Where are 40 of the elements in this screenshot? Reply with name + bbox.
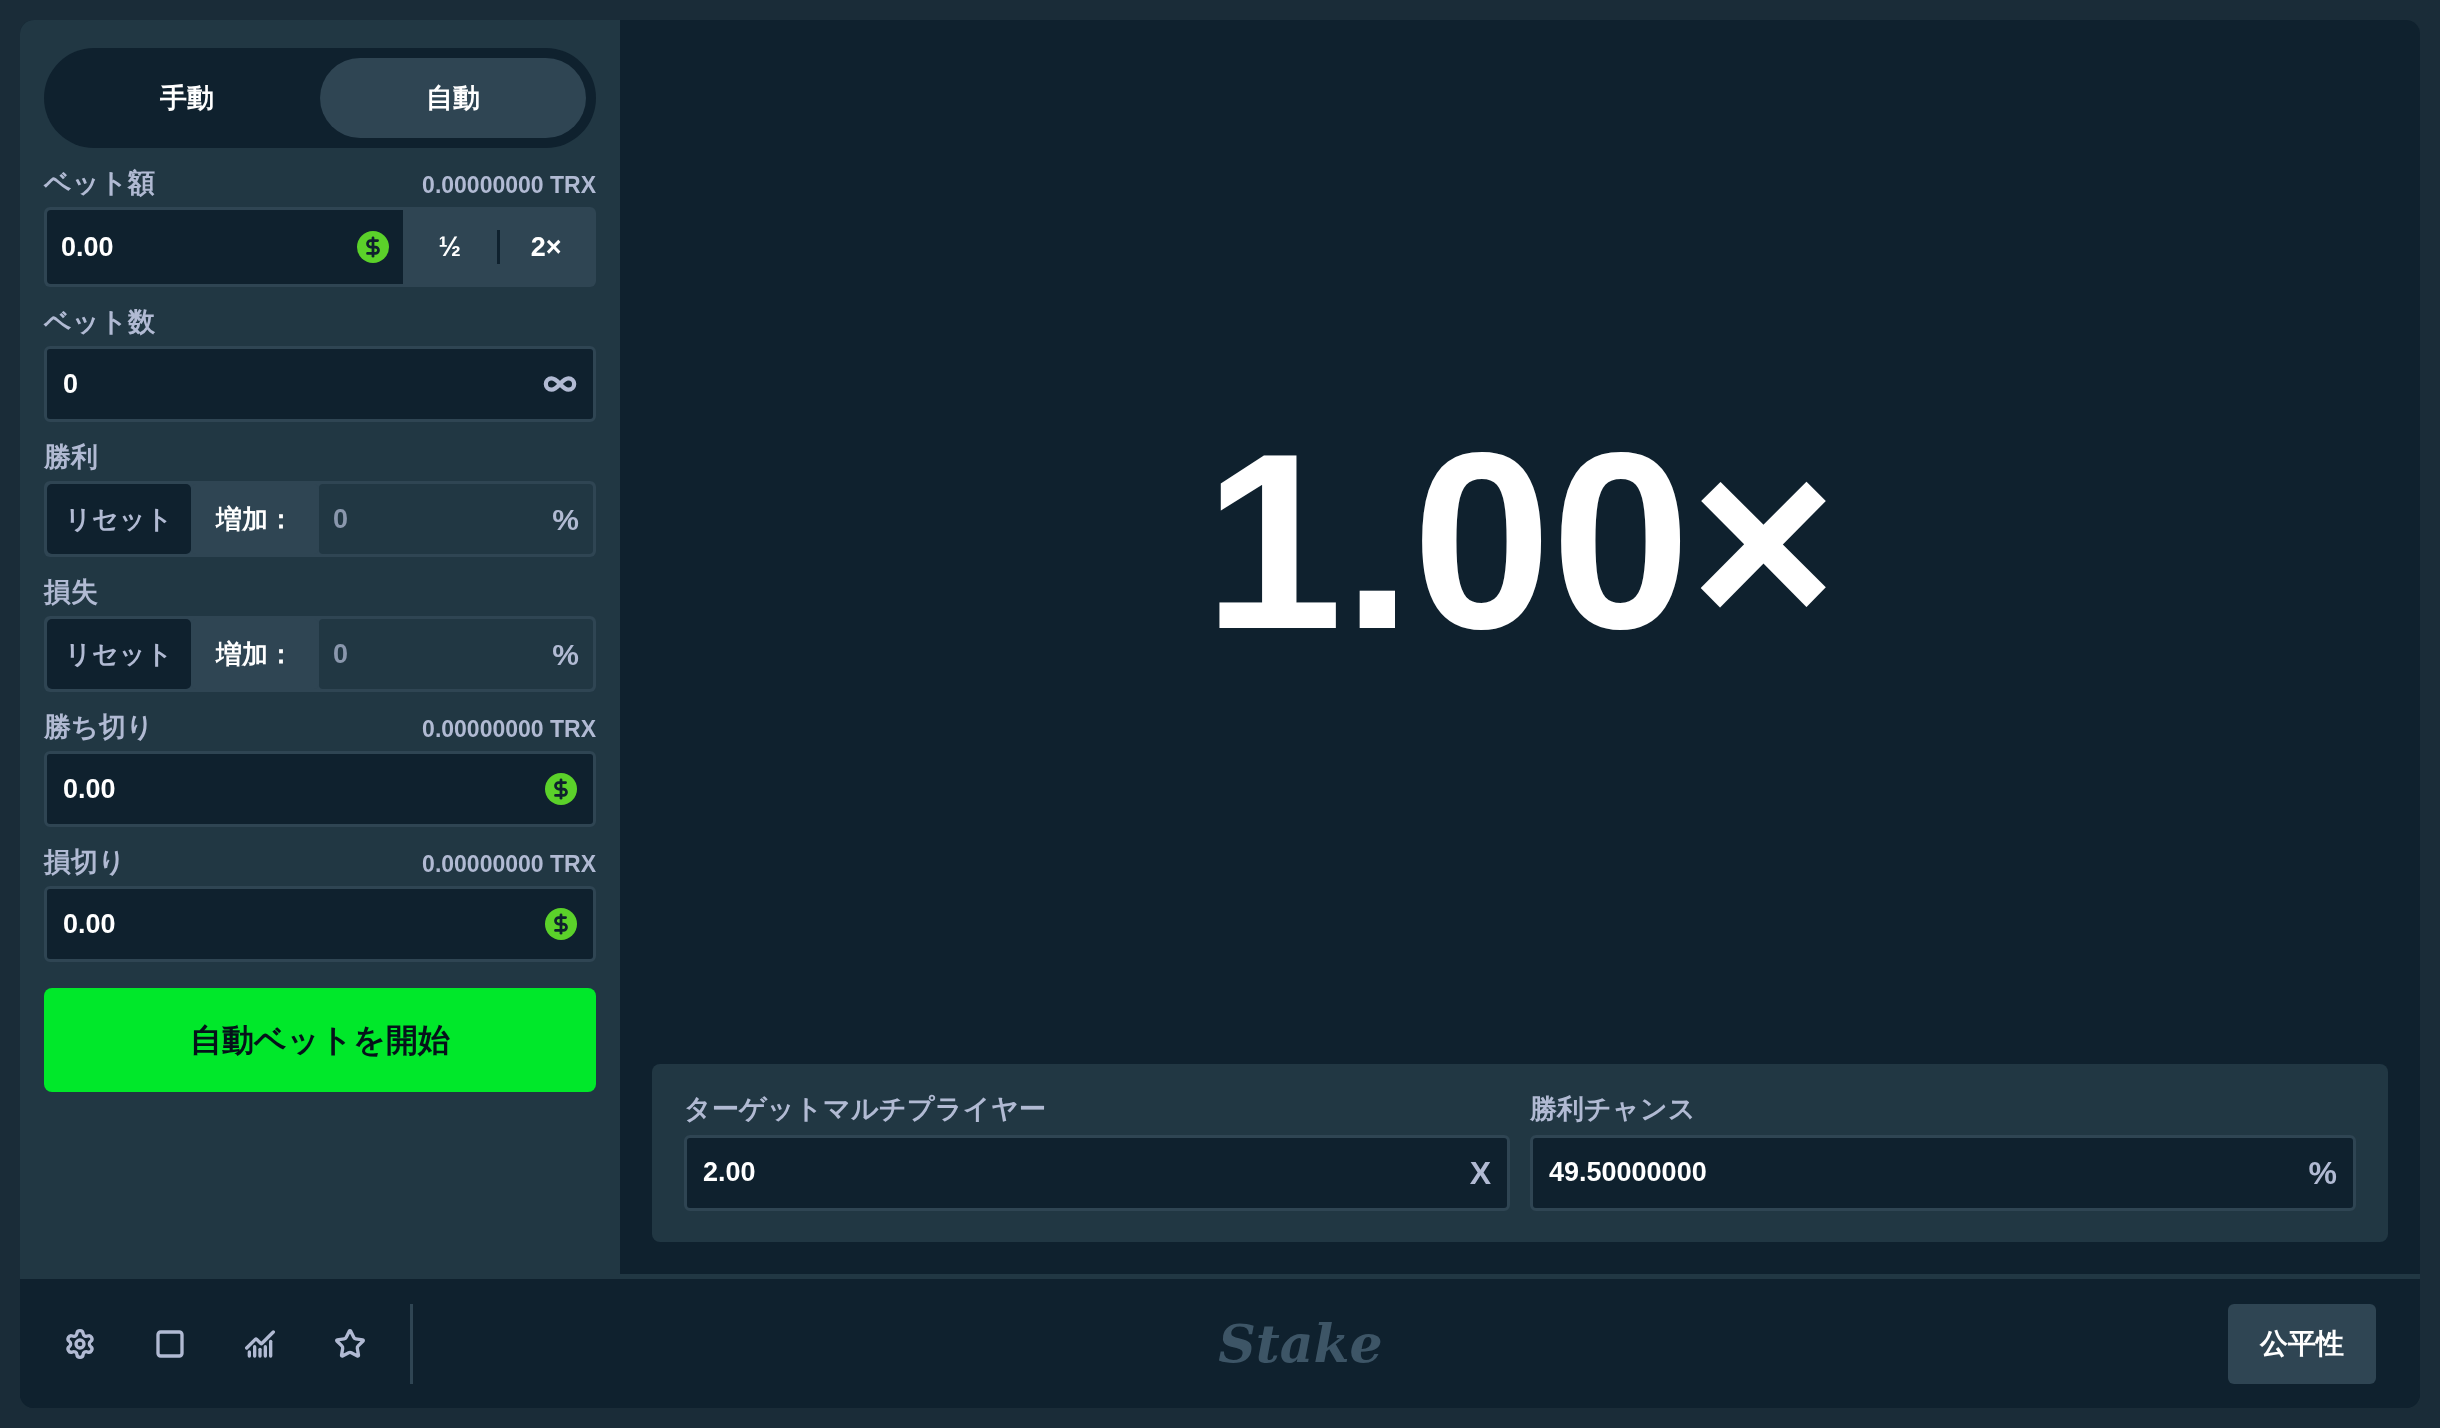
multiplier-display: 1.00× xyxy=(1203,417,1837,667)
fairness-button[interactable]: 公平性 xyxy=(2228,1303,2376,1384)
mode-tab[interactable]: 自動 xyxy=(320,58,586,138)
logo: Stake xyxy=(1218,1311,1383,1376)
dollar-coin-icon xyxy=(545,908,577,940)
field-label: 勝利チャンス xyxy=(1530,1095,1697,1123)
amount-field[interactable]: 0.00 xyxy=(44,751,596,827)
star-icon[interactable] xyxy=(334,1327,366,1360)
square-icon[interactable] xyxy=(154,1327,186,1360)
field-label: ベット数 xyxy=(44,309,155,336)
increase-field[interactable]: 0 % xyxy=(319,619,593,689)
field-label: 損切り xyxy=(44,849,126,876)
chart-icon[interactable] xyxy=(244,1327,276,1360)
bet-count-field[interactable]: 0 xyxy=(44,346,596,422)
unit-sign: % xyxy=(2308,1153,2337,1193)
converted-amount: 0.00000000 TRX xyxy=(422,174,596,197)
amount-field[interactable]: 0.00 xyxy=(44,886,596,962)
settings-icon[interactable] xyxy=(64,1327,96,1360)
field-label: 勝ち切り xyxy=(44,714,154,741)
half-button[interactable]: ½ xyxy=(403,210,497,284)
field-label: 損失 xyxy=(44,579,98,606)
percent-sign: % xyxy=(552,501,579,538)
percent-sign: % xyxy=(552,636,579,673)
unit-sign: X xyxy=(1469,1153,1491,1193)
dollar-coin-icon xyxy=(545,773,577,805)
increase-field[interactable]: 0 % xyxy=(319,484,593,554)
field-label: ターゲットマルチプライヤー xyxy=(684,1095,1047,1123)
target-multiplier-field[interactable]: 2.00 X xyxy=(684,1134,1510,1211)
win-chance-field[interactable]: 49.50000000 % xyxy=(1530,1134,2356,1211)
reset-toggle[interactable]: リセット xyxy=(47,619,191,689)
reset-toggle[interactable]: リセット xyxy=(47,484,191,554)
field-label: 勝利 xyxy=(44,444,98,471)
converted-amount: 0.00000000 TRX xyxy=(422,718,596,741)
bet-amount-field[interactable]: 0.00 xyxy=(47,210,403,284)
mode-tab[interactable]: 手動 xyxy=(54,58,320,138)
start-autobet-button[interactable]: 自動ベットを開始 xyxy=(44,988,596,1092)
double-button[interactable]: 2× xyxy=(499,210,593,284)
dollar-coin-icon xyxy=(357,231,389,263)
converted-amount: 0.00000000 TRX xyxy=(422,853,596,876)
field-label: ベット額 xyxy=(44,170,155,197)
